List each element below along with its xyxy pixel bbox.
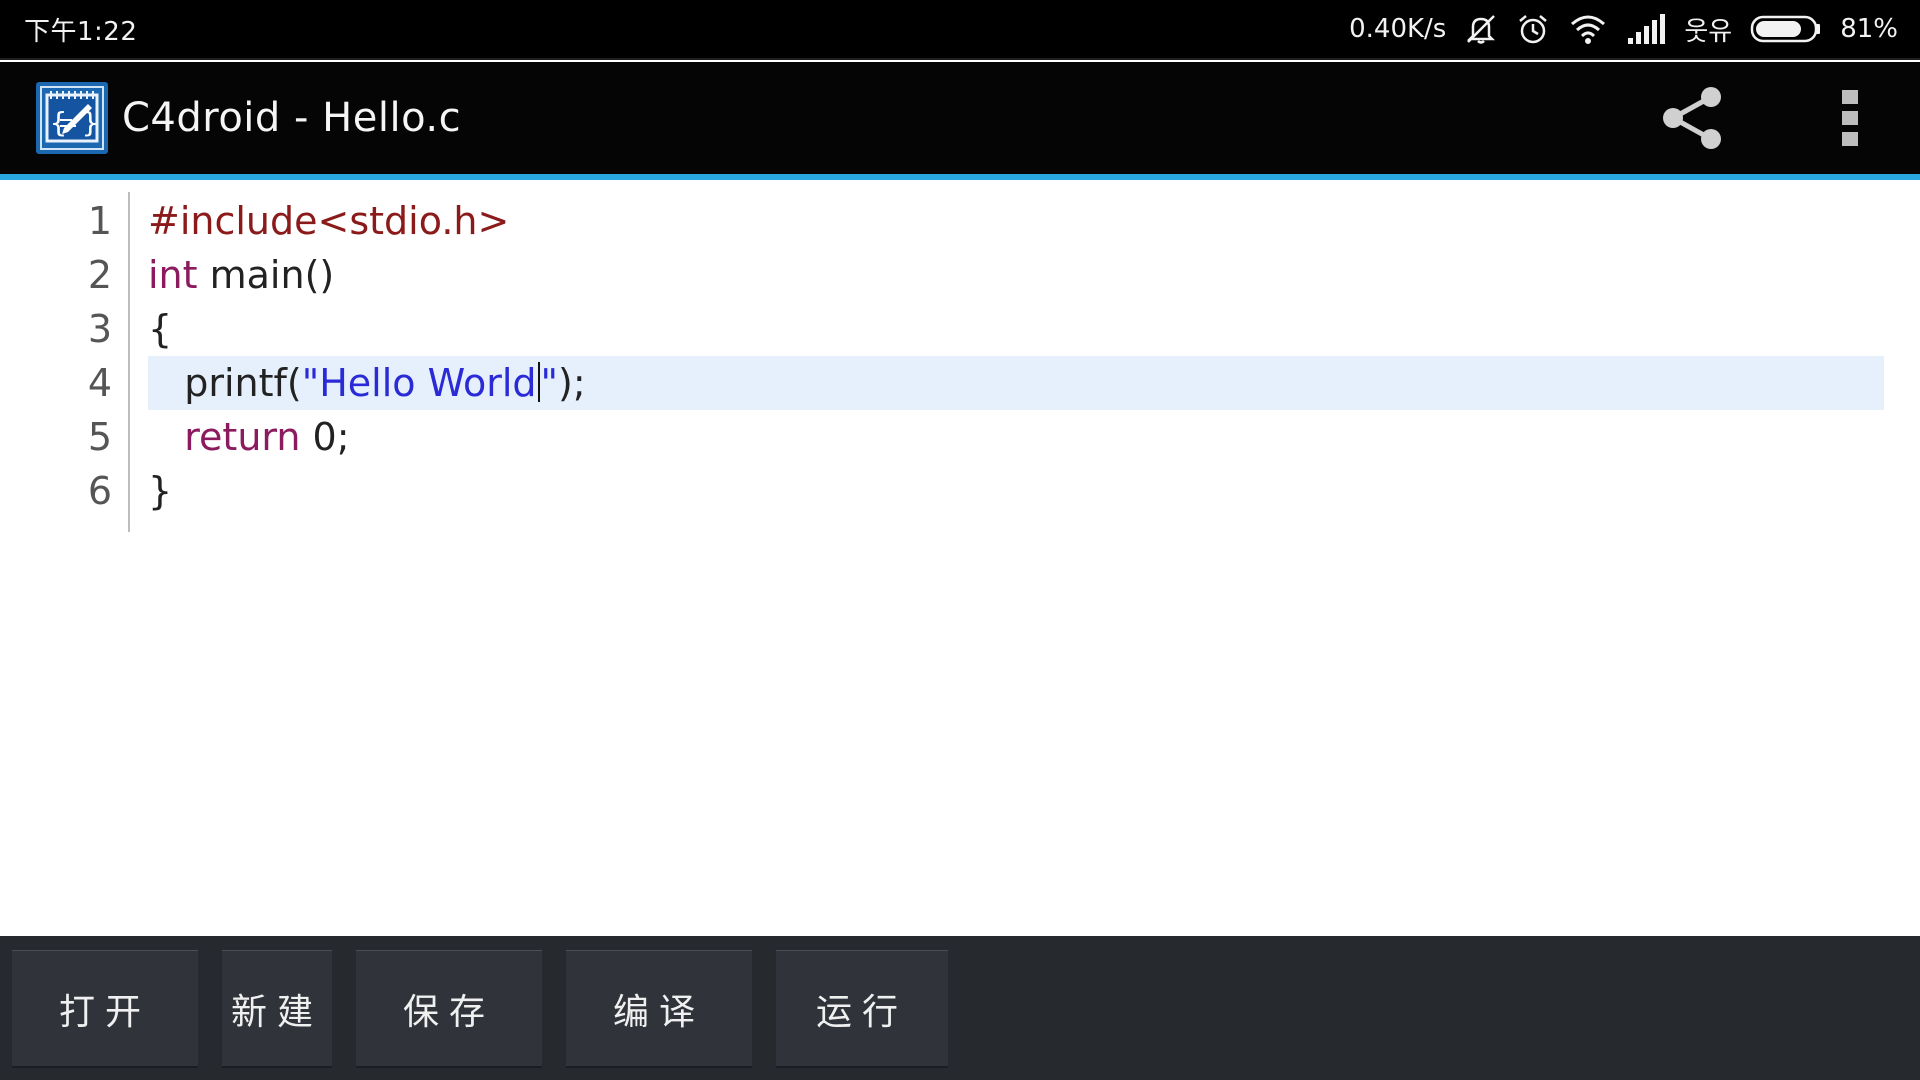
code-token: } xyxy=(148,469,173,513)
code-token: main() xyxy=(197,253,335,297)
code-line[interactable]: 6} xyxy=(0,464,1920,518)
mute-icon xyxy=(1464,12,1498,46)
code-token: " xyxy=(540,361,559,405)
new-button[interactable]: 新建 xyxy=(222,950,332,1068)
overflow-menu-icon[interactable] xyxy=(1820,78,1880,158)
code-token: ); xyxy=(558,361,586,405)
code-line[interactable]: 1 #include<stdio.h> xyxy=(0,194,1920,248)
code-token: "Hello World xyxy=(301,361,537,405)
bottom-toolbar: 打开 新建 保存 编译 运行 xyxy=(0,936,1920,1080)
code-line[interactable]: 3{ xyxy=(0,302,1920,356)
run-button[interactable]: 运行 xyxy=(776,950,948,1068)
battery-icon xyxy=(1750,14,1822,44)
code-token: int xyxy=(148,253,198,297)
action-bar: { } C4droid - Hello.c xyxy=(0,62,1920,174)
line-number: 4 xyxy=(87,361,112,405)
code-line[interactable]: 2 int main() xyxy=(0,248,1920,302)
code-token: #include<stdio.h> xyxy=(148,199,510,243)
code-text[interactable]: int main() xyxy=(148,253,334,297)
code-token: 0; xyxy=(300,415,350,459)
save-button[interactable]: 保存 xyxy=(356,950,542,1068)
app-logo-icon[interactable]: { } xyxy=(36,82,108,154)
open-button[interactable]: 打开 xyxy=(12,950,198,1068)
line-number: 6 xyxy=(87,469,112,513)
c4droid-screen: 下午1:22 0.40K/s 웃유 81% {} C4droid - Hell… xyxy=(0,0,1920,1080)
signal-icon xyxy=(1626,14,1666,44)
line-number: 3 xyxy=(87,307,112,351)
share-icon[interactable] xyxy=(1652,78,1732,158)
code-token: { xyxy=(148,307,173,351)
network-speed: 0.40K/s xyxy=(1349,14,1447,44)
line-number: 1 xyxy=(87,199,112,243)
battery-percent: 81% xyxy=(1840,14,1898,44)
status-bar: 下午1:22 0.40K/s 웃유 81% xyxy=(0,0,1920,60)
text-cursor xyxy=(537,362,540,402)
status-time: 下午1:22 xyxy=(24,16,138,47)
code-token: return xyxy=(184,415,301,459)
code-editor[interactable]: 1 #include<stdio.h> 2 int main() 3{4 printf(… xyxy=(0,180,1920,936)
status-indicators: 0.40K/s 웃유 81% xyxy=(1349,11,1898,48)
svg-text:{: { xyxy=(50,106,67,139)
code-line[interactable]: 5 return 0; xyxy=(0,410,1920,464)
code-token: printf( xyxy=(184,361,302,405)
line-number: 5 xyxy=(87,415,112,459)
code-line[interactable]: 4 printf("Hello World "); xyxy=(0,356,1920,410)
code-text[interactable]: return 0; xyxy=(148,415,350,459)
wifi-icon xyxy=(1568,12,1608,46)
code-text[interactable]: } xyxy=(148,469,172,513)
code-text[interactable]: printf("Hello World "); xyxy=(148,361,586,405)
line-number: 2 xyxy=(87,253,112,297)
app-title: C4droid - Hello.c xyxy=(122,95,462,141)
carrier-label: 웃유 xyxy=(1684,16,1733,47)
alarm-icon xyxy=(1516,12,1550,46)
compile-button[interactable]: 编译 xyxy=(566,950,752,1068)
code-text[interactable]: #include<stdio.h> xyxy=(148,199,509,243)
code-text[interactable]: { xyxy=(148,307,172,351)
